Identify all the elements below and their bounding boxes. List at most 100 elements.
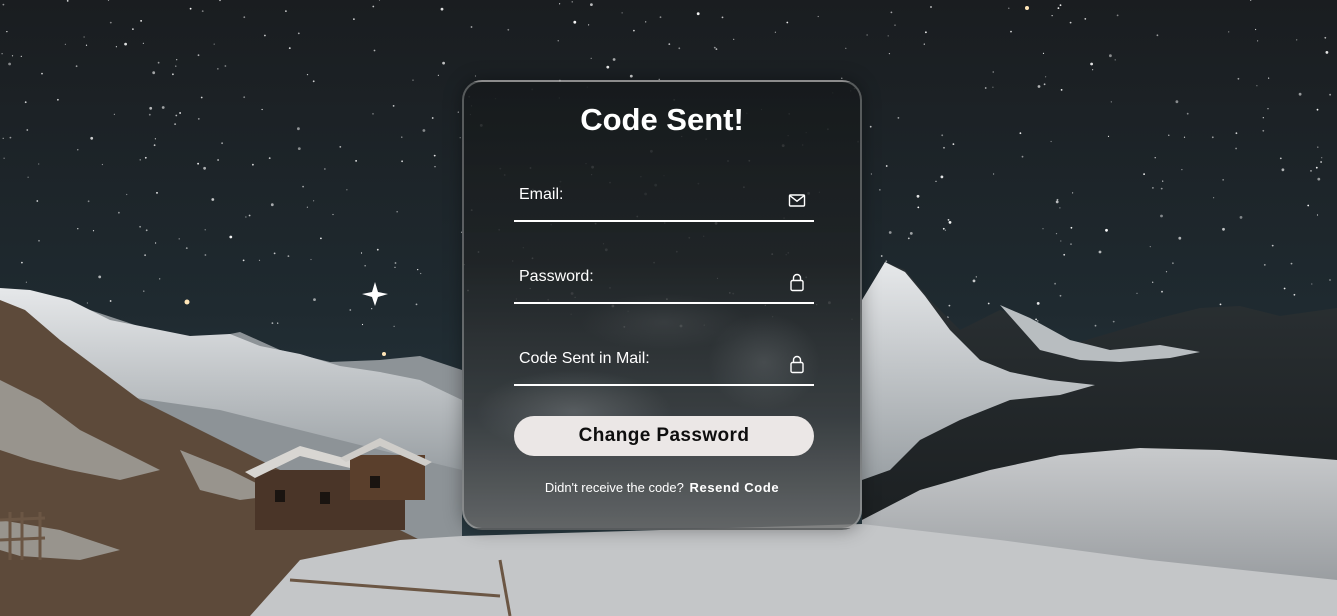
star bbox=[159, 278, 161, 280]
star bbox=[36, 200, 39, 202]
star bbox=[1183, 136, 1186, 138]
star bbox=[41, 72, 43, 75]
star bbox=[1154, 157, 1156, 159]
star bbox=[1168, 134, 1170, 136]
star bbox=[1094, 324, 1097, 327]
star bbox=[1054, 282, 1056, 285]
star bbox=[1107, 135, 1110, 137]
card-glass-glow bbox=[464, 82, 860, 528]
resend-prompt: Didn't receive the code? bbox=[544, 480, 684, 495]
star bbox=[733, 38, 735, 40]
star bbox=[172, 73, 174, 76]
envelope-icon bbox=[788, 190, 806, 210]
star bbox=[1310, 170, 1312, 172]
code-field[interactable]: Code Sent in Mail: bbox=[514, 336, 814, 386]
star bbox=[1181, 169, 1183, 171]
star bbox=[415, 303, 418, 306]
star bbox=[633, 29, 635, 32]
star bbox=[571, 1, 573, 3]
star bbox=[612, 58, 616, 61]
star bbox=[313, 298, 316, 301]
star bbox=[1092, 69, 1094, 71]
star bbox=[1235, 147, 1237, 150]
star bbox=[287, 255, 290, 257]
star bbox=[312, 80, 315, 83]
star bbox=[242, 259, 245, 262]
star bbox=[38, 163, 40, 165]
star bbox=[412, 79, 414, 81]
star bbox=[1161, 290, 1163, 293]
star bbox=[431, 117, 434, 119]
star bbox=[1098, 250, 1102, 254]
star bbox=[507, 28, 510, 31]
star bbox=[1296, 39, 1298, 41]
star bbox=[197, 162, 200, 165]
star bbox=[440, 7, 444, 11]
star bbox=[645, 21, 647, 23]
star bbox=[157, 61, 160, 64]
star bbox=[1317, 146, 1319, 148]
password-field[interactable]: Password: bbox=[514, 254, 814, 304]
star bbox=[197, 54, 200, 57]
star bbox=[1298, 92, 1302, 96]
star bbox=[349, 309, 352, 311]
star bbox=[1055, 233, 1058, 235]
star bbox=[984, 87, 987, 89]
star bbox=[559, 3, 561, 5]
star bbox=[817, 15, 819, 18]
star bbox=[394, 262, 397, 264]
star bbox=[1316, 108, 1319, 111]
star bbox=[935, 180, 937, 182]
star bbox=[1037, 85, 1041, 88]
star bbox=[3, 157, 5, 159]
star bbox=[360, 252, 363, 254]
star bbox=[243, 96, 246, 99]
star bbox=[204, 254, 207, 256]
star bbox=[1281, 168, 1285, 172]
star bbox=[433, 154, 436, 157]
star bbox=[1268, 77, 1270, 79]
star bbox=[1069, 21, 1072, 24]
star bbox=[1325, 51, 1329, 54]
star bbox=[245, 216, 247, 218]
change-password-button[interactable]: Change Password bbox=[514, 416, 814, 456]
star bbox=[470, 26, 473, 28]
star bbox=[1072, 192, 1074, 194]
star bbox=[1070, 226, 1073, 229]
star bbox=[364, 265, 366, 267]
star bbox=[217, 68, 219, 70]
star bbox=[1271, 244, 1274, 247]
star bbox=[1116, 14, 1119, 17]
star bbox=[393, 325, 395, 327]
star bbox=[1152, 281, 1154, 283]
star bbox=[20, 55, 22, 58]
star bbox=[941, 134, 944, 137]
star bbox=[185, 247, 188, 250]
star bbox=[203, 166, 207, 170]
star bbox=[621, 12, 623, 14]
star bbox=[320, 237, 322, 240]
star bbox=[1050, 140, 1052, 143]
resend-code-link[interactable]: Resend Code bbox=[690, 480, 780, 495]
star bbox=[869, 125, 872, 128]
star bbox=[942, 227, 945, 230]
star bbox=[109, 21, 112, 24]
star bbox=[1056, 198, 1059, 201]
star bbox=[140, 20, 143, 22]
star bbox=[355, 160, 357, 162]
star bbox=[1055, 200, 1059, 204]
star bbox=[588, 24, 590, 26]
star bbox=[24, 101, 27, 104]
star bbox=[11, 55, 14, 57]
star bbox=[376, 248, 379, 251]
star bbox=[154, 138, 156, 140]
star bbox=[66, 0, 69, 2]
star bbox=[1059, 4, 1062, 7]
star bbox=[392, 105, 395, 107]
star bbox=[1211, 136, 1214, 139]
star bbox=[142, 42, 144, 44]
email-field[interactable]: Email: bbox=[514, 172, 814, 222]
star bbox=[952, 143, 955, 146]
star bbox=[1257, 40, 1259, 42]
star bbox=[1293, 293, 1296, 296]
